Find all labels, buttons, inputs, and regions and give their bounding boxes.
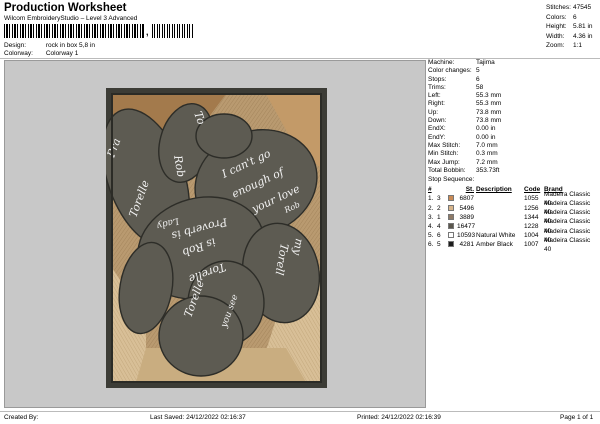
color-swatch xyxy=(448,213,457,222)
thread-code: 1004 xyxy=(524,232,539,240)
stop-color-number: 3 xyxy=(437,195,441,203)
info-min-stitch: Min Stitch: 0.3 mm xyxy=(428,150,498,158)
design-stats: Stitches: 47545 Colors: 6 Height: 5.81 in W… xyxy=(546,3,600,51)
col-number: # xyxy=(428,186,432,194)
stop-index: 5. xyxy=(428,232,434,240)
stop-index: 6. xyxy=(428,241,434,249)
info-stops: Stops: 6 xyxy=(428,75,480,83)
info-down: Down: 73.8 mm xyxy=(428,117,502,125)
stop-stitch-count: 10593 xyxy=(457,232,476,240)
stat-height: Height: 5.81 in xyxy=(546,23,593,31)
thread-description: Natural White xyxy=(476,232,516,240)
info-max-stitch: Max Stitch: 7.0 mm xyxy=(428,141,498,149)
stop-stitch-count: 16477 xyxy=(457,223,476,231)
info-endy: EndY: 0.00 in xyxy=(428,133,496,141)
stop-index: 3. xyxy=(428,213,434,221)
barcode-separator: , xyxy=(146,27,149,37)
design-preview: Pra Torelle Rob To I can't go enough of … xyxy=(4,60,426,408)
stop-color-number: 5 xyxy=(437,241,441,249)
col-description: Description xyxy=(476,186,512,194)
stop-color-number: 6 xyxy=(437,232,441,240)
thread-code: 1256 xyxy=(524,204,539,212)
thread-code: 1228 xyxy=(524,223,539,231)
info-left: Left: 55.3 mm xyxy=(428,92,502,100)
stop-sequence-label: Stop Sequence: xyxy=(428,176,475,184)
info-trims: Trims: 58 xyxy=(428,83,484,91)
embroidery-design: Pra Torelle Rob To I can't go enough of … xyxy=(101,93,322,383)
info-total-bobbin: Total Bobbin: 353.73ft xyxy=(428,166,500,174)
info-machine: Machine: Tajima xyxy=(428,59,495,66)
stop-stitch-count: 4281 xyxy=(459,241,474,249)
info-endx: EndX: 0.00 in xyxy=(428,125,496,133)
thread-description: Amber Black xyxy=(476,241,513,249)
footer: Created By: Last Saved: 24/12/2022 02:16… xyxy=(0,411,600,424)
page-number: Page 1 of 1 xyxy=(560,414,594,421)
design-row: Design: rock in box 5,8 in xyxy=(4,42,95,49)
color-swatch xyxy=(448,204,457,213)
color-swatch xyxy=(448,231,457,240)
stop-color-number: 2 xyxy=(437,204,441,212)
stat-stitches: Stitches: 47545 xyxy=(546,4,592,11)
info-up: Up: 73.8 mm xyxy=(428,108,502,116)
stop-index: 4. xyxy=(428,223,434,231)
stat-width: Width: 4.36 in xyxy=(546,32,593,40)
color-swatch xyxy=(448,222,457,231)
colorway-label: Colorway: xyxy=(4,50,33,57)
thread-code: 1007 xyxy=(524,241,539,249)
stop-index: 1. xyxy=(428,195,434,203)
stop-color-number: 1 xyxy=(437,213,441,221)
info-color-changes: Color changes: 5 xyxy=(428,67,480,75)
stop-stitch-count: 6807 xyxy=(459,195,474,203)
info-panel: Machine: Tajima Color changes: 5 Stops: 6 T… xyxy=(428,59,598,253)
col-code: Code xyxy=(524,186,541,194)
thread-code: 1344 xyxy=(524,213,539,221)
stat-colors: Colors: 6 xyxy=(546,13,577,21)
created-by: Created By: xyxy=(4,414,39,421)
stop-sequence-list: 1. 3 6807 1055 Madeira Classic 40 2. 2 5496 1256… xyxy=(428,191,598,253)
stop-index: 2. xyxy=(428,204,434,212)
software-subtitle: Wilcom EmbroideryStudio – Level 3 Advanc… xyxy=(4,15,138,22)
barcode xyxy=(4,24,144,38)
design-label: Design: xyxy=(4,42,27,49)
stop-stitch-count: 3889 xyxy=(459,213,474,221)
colorway-value: Colorway 1 xyxy=(45,50,79,57)
design-value: rock in box 5,8 in xyxy=(45,42,95,49)
thread-code: 1055 xyxy=(524,195,539,203)
col-stitches: St. xyxy=(465,186,474,194)
printed-date: Printed: 24/12/2022 02:16:39 xyxy=(357,414,441,421)
embroidery-hoop: Pra Torelle Rob To I can't go enough of … xyxy=(101,88,327,388)
info-max-jump: Max Jump: 7.2 mm xyxy=(428,158,498,166)
color-swatch xyxy=(448,240,457,249)
page-title: Production Worksheet xyxy=(4,2,127,14)
info-right: Right: 55.3 mm xyxy=(428,100,502,108)
stop-sequence-row: 6. 5 4281 Amber Black 1007 Madeira Classic 40 xyxy=(428,237,598,253)
colorway-row: Colorway: Colorway 1 xyxy=(4,50,78,57)
barcode-secondary xyxy=(152,24,194,38)
stop-color-number: 4 xyxy=(437,223,441,231)
stop-stitch-count: 5496 xyxy=(459,204,474,212)
last-saved: Last Saved: 24/12/2022 02:16:37 xyxy=(150,414,246,421)
thread-brand: Madeira Classic 40 xyxy=(544,236,591,253)
color-swatch xyxy=(448,194,457,203)
stat-zoom: Zoom: 1:1 xyxy=(546,42,583,50)
